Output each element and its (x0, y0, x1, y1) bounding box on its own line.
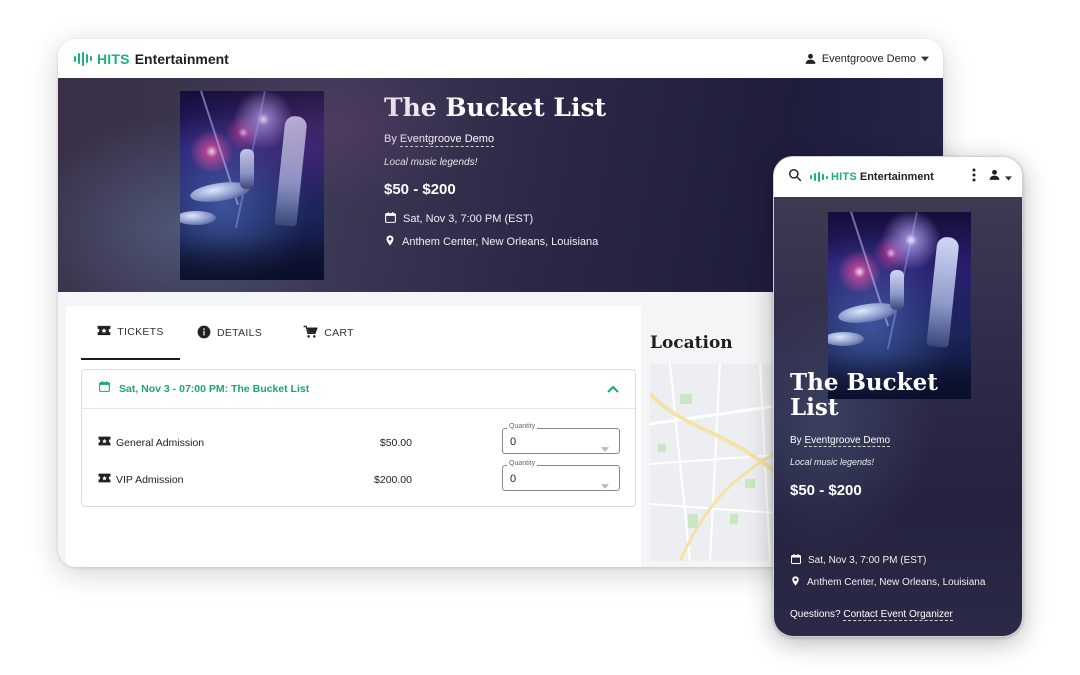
top-nav: HITS Entertainment Eventgroove Demo (58, 39, 943, 78)
tab-details[interactable]: DETAILS (180, 306, 279, 360)
event-date: Sat, Nov 3, 7:00 PM (EST) (403, 213, 534, 225)
tab-cart-label: CART (324, 327, 354, 339)
mobile-top-nav: HITS Entertainment (774, 157, 1022, 197)
quantity-label: Quantity (507, 460, 538, 467)
by-prefix: By (384, 133, 397, 145)
user-name: Eventgroove Demo (821, 52, 916, 65)
session-header[interactable]: Sat, Nov 3 - 07:00 PM: The Bucket List (82, 370, 635, 409)
tab-tickets[interactable]: TICKETS (81, 306, 180, 360)
location-pin-icon (790, 575, 801, 590)
ticket-price: $50.00 (379, 437, 412, 449)
organizer-line: By Eventgroove Demo (790, 435, 891, 447)
quantity-select[interactable]: Quantity 0 (502, 423, 620, 457)
caret-down-icon (921, 56, 929, 62)
tab-bar: TICKETS DETAILS CART (81, 306, 378, 360)
event-date: Sat, Nov 3, 7:00 PM (EST) (808, 555, 927, 566)
brand-hits: HITS (831, 171, 857, 183)
event-date-line: Sat, Nov 3, 7:00 PM (EST) (790, 553, 926, 568)
user-menu[interactable]: Eventgroove Demo (804, 52, 929, 65)
location-pin-icon (384, 234, 396, 250)
brand-logo[interactable]: HITS Entertainment (810, 171, 934, 183)
price-range: $50 - $200 (384, 181, 456, 198)
event-title: The Bucket List (384, 93, 607, 122)
ticket-icon (98, 436, 111, 449)
price-range: $50 - $200 (790, 482, 862, 499)
by-prefix: By (790, 435, 802, 446)
calendar-icon (384, 211, 397, 227)
brand-logo[interactable]: HITS Entertainment (74, 51, 229, 67)
contact-organizer-link[interactable]: Contact Event Organizer (843, 609, 953, 621)
cart-icon (303, 325, 318, 342)
event-venue-line: Anthem Center, New Orleans, Louisiana (790, 575, 985, 590)
event-session-card: Sat, Nov 3 - 07:00 PM: The Bucket List G… (81, 369, 636, 507)
questions-line: Questions? Contact Event Organizer (790, 609, 953, 621)
event-poster-image (180, 91, 324, 280)
event-venue: Anthem Center, New Orleans, Louisiana (807, 577, 986, 588)
ticket-row: VIP Admission $200.00 Quantity 0 (82, 460, 635, 495)
ticket-name: VIP Admission (116, 473, 184, 486)
quantity-select[interactable]: Quantity 0 (502, 460, 620, 494)
event-venue: Anthem Center, New Orleans, Louisiana (402, 236, 599, 248)
organizer-line: By Eventgroove Demo (384, 133, 495, 147)
tickets-panel: TICKETS DETAILS CART Sat, Nov 3 - 07:00 … (66, 306, 641, 567)
calendar-icon (98, 380, 111, 398)
ticket-name: General Admission (116, 436, 205, 449)
organizer-link[interactable]: Eventgroove Demo (399, 133, 495, 147)
tab-details-label: DETAILS (216, 327, 263, 339)
caret-down-icon (601, 476, 609, 494)
tab-cart[interactable]: CART (279, 306, 378, 360)
ticket-icon (97, 325, 111, 339)
equalizer-icon (74, 51, 92, 66)
user-menu[interactable] (988, 168, 1012, 186)
person-icon (804, 52, 817, 65)
quantity-label: Quantity (507, 423, 538, 430)
caret-down-icon (1005, 168, 1012, 186)
equalizer-icon (810, 172, 828, 182)
caret-down-icon (601, 439, 609, 457)
location-heading: Location (650, 333, 733, 353)
calendar-icon (790, 553, 802, 568)
event-tagline: Local music legends! (384, 157, 478, 168)
more-vertical-icon[interactable] (972, 168, 976, 187)
brand-hits: HITS (97, 50, 130, 67)
event-title: The Bucket List (790, 369, 938, 421)
quantity-value: 0 (510, 436, 517, 448)
ticket-name-cell: General Admission (98, 436, 204, 449)
event-venue-line: Anthem Center, New Orleans, Louisiana (384, 234, 598, 250)
brand-name: Entertainment (859, 171, 934, 183)
event-tagline: Local music legends! (790, 457, 875, 467)
organizer-link[interactable]: Eventgroove Demo (804, 435, 891, 447)
brand-name: Entertainment (134, 50, 229, 67)
ticket-icon (98, 473, 111, 486)
chevron-up-icon[interactable] (607, 380, 619, 398)
mobile-device: HITS Entertainment The Bucket List By Ev… (773, 156, 1023, 637)
search-icon[interactable] (788, 168, 802, 187)
event-date-line: Sat, Nov 3, 7:00 PM (EST) (384, 211, 533, 227)
ticket-row: General Admission $50.00 Quantity 0 (82, 423, 635, 458)
ticket-name-cell: VIP Admission (98, 473, 184, 486)
session-title: Sat, Nov 3 - 07:00 PM: The Bucket List (119, 383, 310, 395)
person-icon (988, 168, 1001, 186)
location-map[interactable] (650, 364, 790, 561)
info-icon (197, 325, 211, 342)
quantity-value: 0 (510, 473, 517, 485)
ticket-price: $200.00 (374, 474, 412, 486)
tab-tickets-label: TICKETS (117, 326, 164, 338)
questions-label: Questions? (790, 609, 841, 620)
